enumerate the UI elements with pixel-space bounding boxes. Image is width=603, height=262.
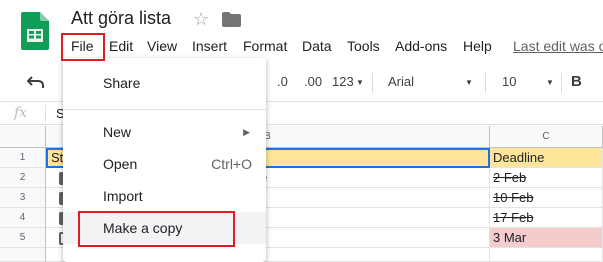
menu-item-share[interactable]: Share [63,67,266,99]
chevron-down-icon[interactable]: ▼ [546,78,554,87]
row-header-4[interactable]: 4 [0,208,46,228]
toolbar-divider [372,73,373,93]
document-title[interactable]: Att göra lista [71,8,171,29]
more-formats-button[interactable]: 123 [332,74,354,89]
annotation-box-make-copy [78,211,235,247]
row-header-6[interactable] [0,248,46,262]
star-icon[interactable]: ☆ [193,8,209,30]
row-header-5[interactable]: 5 [0,228,46,248]
chevron-down-icon[interactable]: ▼ [356,78,364,87]
menu-item-import[interactable]: Import [63,180,266,212]
menu-item-new[interactable]: New ▶ [63,116,266,148]
row-header-2[interactable]: 2 [0,168,46,188]
menu-divider [63,109,266,110]
increase-decimal-button[interactable]: .00 [304,74,322,89]
menu-item-open[interactable]: Open Ctrl+O [63,148,266,180]
cell-c2[interactable]: 2 Feb [490,168,603,188]
toolbar-divider [485,73,486,93]
row-header-3[interactable]: 3 [0,188,46,208]
menu-help[interactable]: Help [463,38,492,54]
chevron-down-icon[interactable]: ▼ [465,78,473,87]
cell-c2-text: 2 Feb [493,170,527,185]
menu-view[interactable]: View [147,38,177,54]
submenu-arrow-icon: ▶ [243,127,250,137]
folder-icon[interactable] [222,12,241,27]
row-header-1[interactable]: 1 [0,148,46,168]
font-size-select[interactable]: 10 [502,74,516,89]
select-all-corner[interactable] [0,126,46,148]
menu-item-share-label: Share [103,75,141,91]
menu-insert[interactable]: Insert [192,38,227,54]
menu-data[interactable]: Data [302,38,332,54]
cell-c1[interactable]: Deadline [490,148,603,168]
font-select[interactable]: Arial [388,74,414,89]
cell-c6[interactable] [490,248,603,262]
menu-item-open-label: Open [103,156,138,172]
menu-item-new-label: New [103,124,132,140]
menu-item-open-shortcut: Ctrl+O [211,156,252,172]
cell-c4-text: 17 Feb [493,210,534,225]
annotation-box-file [61,33,105,61]
fx-icon: fx [14,105,28,121]
menu-tools[interactable]: Tools [347,38,380,54]
menu-edit[interactable]: Edit [109,38,133,54]
menu-addons[interactable]: Add-ons [395,38,447,54]
cell-c4[interactable]: 17 Feb [490,208,603,228]
cell-c3[interactable]: 10 Feb [490,188,603,208]
cell-c3-text: 10 Feb [493,190,534,205]
bold-button[interactable]: B [571,73,582,90]
formula-bar-divider [45,105,46,122]
menu-item-import-label: Import [103,188,143,204]
undo-icon[interactable] [27,75,45,89]
last-edit-link[interactable]: Last edit was o [513,38,603,54]
decrease-decimal-button[interactable]: .0 [277,74,288,89]
cell-c5[interactable]: 3 Mar [490,228,603,248]
menu-format[interactable]: Format [243,38,287,54]
column-header-c[interactable]: C [490,126,603,148]
toolbar-divider [561,73,562,93]
